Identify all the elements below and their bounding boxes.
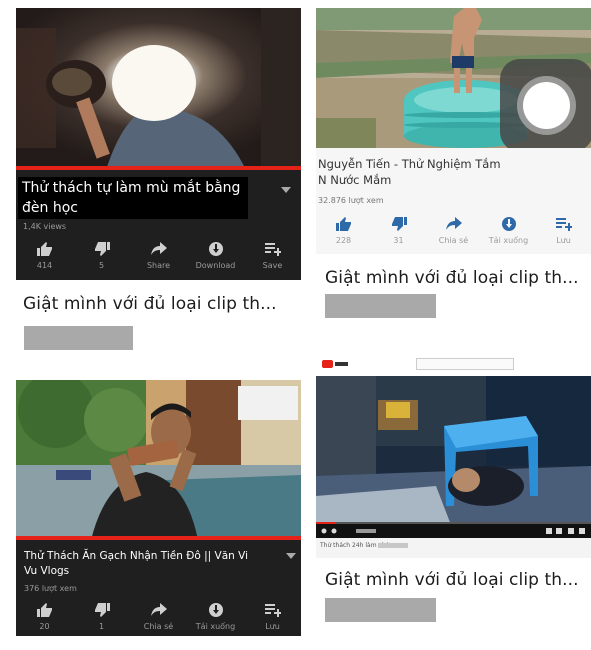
dislike-button[interactable]: 5 [77,241,127,270]
view-count: 376 lượt xem [24,584,77,593]
expand-chevron-icon[interactable] [286,553,296,559]
blurred-source-label [24,326,133,350]
download-icon [500,216,518,232]
dislike-button[interactable]: 31 [374,216,424,245]
video-player[interactable] [316,376,591,538]
video-thumbnail-1[interactable] [16,8,301,170]
share-icon [150,241,168,257]
assistive-touch-ring-icon [517,76,576,135]
share-button[interactable]: Share [134,241,184,270]
post-caption-2[interactable]: Giật mình với đủ loại clip th... [325,268,579,288]
video-title[interactable]: Nguyễn Tiến - Thử Nghiệm Tắm N Nước Mắm [318,156,508,188]
video-card-3[interactable]: Thử Thách Ăn Gạch Nhận Tiền Đô || Văn Vi… [16,380,301,636]
save-button[interactable]: Lưu [539,216,589,245]
view-count: 32.876 lượt xem [318,196,384,205]
blurred-source-label [325,598,436,622]
youtube-logo-icon [322,360,348,369]
assistive-touch-button[interactable] [500,59,591,152]
share-button[interactable]: Chia sẻ [429,216,479,245]
browser-top-bar [316,352,591,377]
save-button[interactable]: Lưu [248,602,298,631]
save-button[interactable]: Save [248,241,298,270]
video-card-2[interactable]: Nguyễn Tiến - Thử Nghiệm Tắm N Nước Mắm … [316,8,591,254]
like-button[interactable]: 20 [20,602,70,631]
download-button[interactable]: Tải xuống [191,602,241,631]
share-icon [150,602,168,618]
action-bar: 228 31 Chia sẻ Tải xuống Lưu [316,216,591,245]
thumbs-down-icon [93,241,111,257]
thumbs-up-icon [335,216,353,232]
share-button[interactable]: Chia sẻ [134,602,184,631]
download-icon [207,241,225,257]
view-count: 1,4K views [23,222,67,231]
download-button[interactable]: Download [191,241,241,270]
video-thumbnail-3[interactable] [16,380,301,540]
post-caption-3[interactable]: Giật mình với đủ loại clip th... [325,570,579,590]
post-caption-1[interactable]: Giật mình với đủ loại clip th... [23,294,277,314]
video-title[interactable]: Thử thách tự làm mù mắt bằng đèn học [22,178,247,218]
blurred-channel-info [378,543,408,548]
like-button[interactable]: 414 [20,241,70,270]
video-title[interactable]: Thử Thách Ăn Gạch Nhận Tiền Đô || Văn Vi… [24,549,264,579]
share-icon [445,216,463,232]
video-card-1[interactable]: Thử thách tự làm mù mắt bằng đèn học 1,4… [16,8,301,280]
thumbs-up-icon [36,602,54,618]
blurred-source-label [325,294,436,318]
action-bar: 20 1 Chia sẻ Tải xuống Lưu [16,602,301,631]
download-button[interactable]: Tải xuống [484,216,534,245]
dislike-button[interactable]: 1 [77,602,127,631]
thumbs-up-icon [36,241,54,257]
expand-chevron-icon[interactable] [281,187,291,193]
save-to-playlist-icon [264,241,282,257]
download-icon [207,602,225,618]
like-button[interactable]: 228 [319,216,369,245]
save-to-playlist-icon [555,216,573,232]
thumbs-down-icon [93,602,111,618]
save-to-playlist-icon [264,602,282,618]
video-card-4[interactable]: Thử thách 24h làm chó [316,352,591,558]
thumbs-down-icon [390,216,408,232]
search-input[interactable] [416,358,514,370]
action-bar: 414 5 Share Download Save [16,241,301,270]
